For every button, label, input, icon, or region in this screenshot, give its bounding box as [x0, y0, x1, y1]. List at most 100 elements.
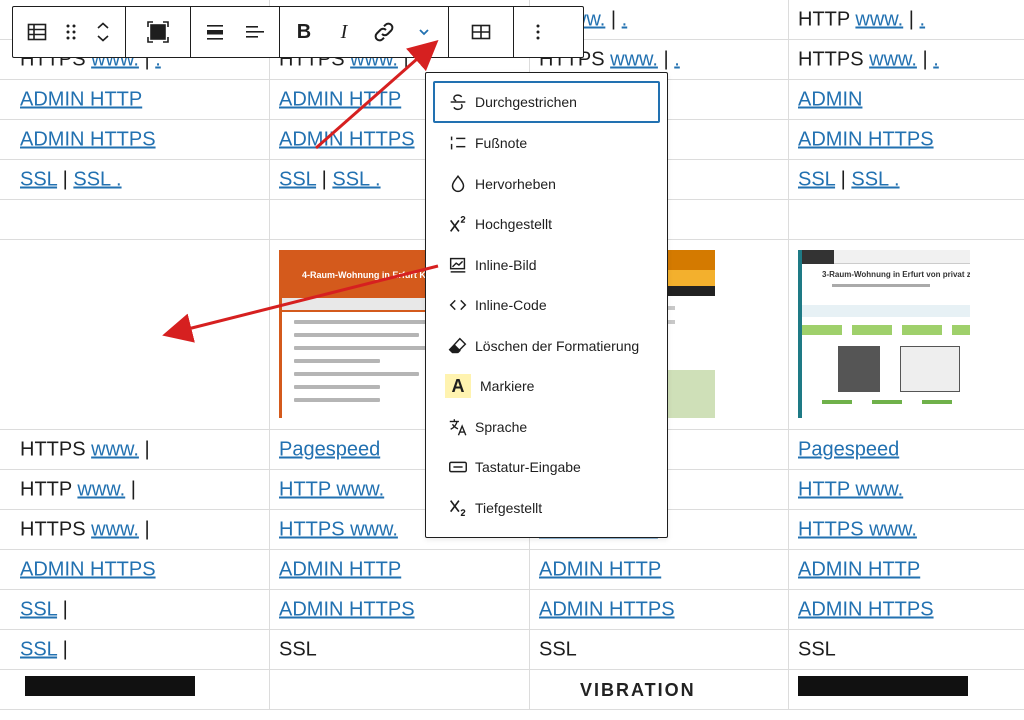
table-cell[interactable]: SSL	[530, 630, 789, 669]
table-cell[interactable]: ADMIN	[789, 80, 1024, 119]
table-link[interactable]: SSL	[279, 168, 316, 190]
text-align-button[interactable]	[235, 8, 275, 56]
table-cell[interactable]: ADMIN HTTP	[270, 550, 530, 589]
table-cell[interactable]: VIBRATION	[530, 670, 789, 709]
table-link[interactable]: HTTP www.	[279, 478, 384, 500]
table-link[interactable]: SSL	[20, 168, 57, 190]
table-cell[interactable]: ADMIN HTTPS	[270, 590, 530, 629]
table-cell[interactable]: ADMIN HTTPS	[530, 590, 789, 629]
table-cell[interactable]: ADMIN HTTPS	[789, 120, 1024, 159]
bold-button[interactable]: B	[284, 8, 324, 56]
table-link[interactable]: ADMIN HTTPS	[20, 128, 156, 150]
menu-item-strikethrough[interactable]: Durchgestrichen	[433, 81, 660, 123]
table-cell[interactable]: ADMIN HTTP	[789, 550, 1024, 589]
table-cell[interactable]: HTTP www. |	[0, 470, 270, 509]
menu-item-emphasize[interactable]: Hervorheben	[433, 164, 660, 205]
menu-item-highlight[interactable]: A Markiere	[433, 366, 660, 407]
table-cell[interactable]: SSL | SSL .	[789, 160, 1024, 199]
table-link[interactable]: ADMIN HTTPS	[539, 598, 675, 620]
table-block-button[interactable]	[17, 8, 57, 56]
menu-item-label: Tastatur-Eingabe	[475, 459, 581, 476]
table-link[interactable]: www.	[91, 438, 139, 460]
table-link[interactable]: SSL .	[73, 168, 121, 190]
table-cell[interactable]	[270, 670, 530, 709]
table-link[interactable]: .	[674, 48, 680, 70]
table-cell[interactable]: SSL |	[0, 630, 270, 669]
table-cell[interactable]: ADMIN HTTPS	[789, 590, 1024, 629]
table-link[interactable]: HTTPS www.	[798, 518, 917, 540]
move-up-down-button[interactable]	[85, 8, 121, 56]
table-link[interactable]: SSL	[20, 638, 57, 660]
menu-item-inline-image[interactable]: Inline-Bild	[433, 245, 660, 286]
table-link[interactable]: HTTP www.	[798, 478, 903, 500]
table-link[interactable]: .	[933, 48, 939, 70]
table-cell[interactable]	[789, 200, 1024, 239]
table-link[interactable]: ADMIN HTTP	[279, 558, 401, 580]
table-link[interactable]: ADMIN HTTP	[20, 88, 142, 110]
more-formats-button[interactable]	[404, 8, 444, 56]
table-cell[interactable]: Pagespeed	[789, 430, 1024, 469]
table-link[interactable]: ADMIN HTTPS	[798, 598, 934, 620]
menu-item-inline-code[interactable]: Inline-Code	[433, 285, 660, 326]
table-cell[interactable]: ADMIN HTTP	[0, 80, 270, 119]
italic-button[interactable]: I	[324, 8, 364, 56]
table-cell[interactable]	[0, 240, 270, 429]
drag-handle[interactable]	[57, 8, 85, 56]
table-link[interactable]: ADMIN HTTPS	[798, 128, 934, 150]
table-link[interactable]: .	[622, 8, 628, 30]
table-link[interactable]: www.	[869, 48, 917, 70]
table-cell[interactable]: ADMIN HTTPS	[0, 550, 270, 589]
table-link[interactable]: SSL .	[851, 168, 899, 190]
website-thumbnail[interactable]	[798, 676, 968, 696]
table-cell[interactable]: ADMIN HTTPS	[0, 120, 270, 159]
table-cell[interactable]: HTTP www. | .	[789, 0, 1024, 39]
table-cell[interactable]	[0, 200, 270, 239]
table-link[interactable]: www.	[855, 8, 903, 30]
highlight-a-icon: A	[445, 374, 471, 399]
table-link[interactable]: ADMIN HTTP	[539, 558, 661, 580]
table-link[interactable]: ADMIN	[798, 88, 862, 110]
select-block-button[interactable]	[138, 8, 178, 56]
table-cell[interactable]: ADMIN HTTP	[530, 550, 789, 589]
table-cell[interactable]: SSL	[789, 630, 1024, 669]
table-cell[interactable]: HTTPS www. |	[0, 510, 270, 549]
table-link[interactable]: HTTPS www.	[279, 518, 398, 540]
options-button[interactable]	[518, 8, 558, 56]
table-link[interactable]: Pagespeed	[279, 438, 380, 460]
table-link[interactable]: SSL	[20, 598, 57, 620]
table-link[interactable]: ADMIN HTTP	[798, 558, 920, 580]
table-link[interactable]: SSL .	[332, 168, 380, 190]
table-link[interactable]: ADMIN HTTPS	[279, 598, 415, 620]
table-cell[interactable]: SSL	[270, 630, 530, 669]
table-link[interactable]: .	[920, 8, 926, 30]
table-cell[interactable]: 3-Raum-Wohnung in Erfurt von privat z	[789, 240, 1024, 429]
table-cell[interactable]: HTTPS www. | .	[789, 40, 1024, 79]
table-link[interactable]: www.	[91, 518, 139, 540]
table-link[interactable]: www.	[610, 48, 658, 70]
table-cell[interactable]: HTTP www.	[789, 470, 1024, 509]
website-thumbnail[interactable]: 3-Raum-Wohnung in Erfurt von privat z	[798, 250, 970, 418]
table-edit-button[interactable]	[461, 8, 501, 56]
menu-item-footnote[interactable]: Fußnote	[433, 123, 660, 164]
table-link[interactable]: SSL	[798, 168, 835, 190]
table-cell[interactable]: SSL | SSL .	[0, 160, 270, 199]
menu-item-clear-formatting[interactable]: Löschen der Formatierung	[433, 326, 660, 367]
menu-item-keyboard-input[interactable]: Tastatur-Eingabe	[433, 447, 660, 488]
table-link[interactable]: www.	[77, 478, 125, 500]
table-cell[interactable]	[0, 670, 270, 709]
table-link[interactable]: ADMIN HTTPS	[20, 558, 156, 580]
menu-item-subscript[interactable]: Tiefgestellt	[433, 488, 660, 529]
menu-item-language[interactable]: Sprache	[433, 407, 660, 448]
table-cell[interactable]: HTTPS www.	[789, 510, 1024, 549]
menu-item-label: Inline-Bild	[475, 256, 537, 273]
table-link[interactable]: Pagespeed	[798, 438, 899, 460]
website-thumbnail[interactable]	[25, 676, 195, 696]
table-cell[interactable]	[789, 670, 1024, 709]
align-button[interactable]	[195, 8, 235, 56]
table-link[interactable]: ADMIN HTTP	[279, 88, 401, 110]
table-cell[interactable]: SSL |	[0, 590, 270, 629]
link-button[interactable]	[364, 8, 404, 56]
table-link[interactable]: ADMIN HTTPS	[279, 128, 415, 150]
menu-item-superscript[interactable]: Hochgestellt	[433, 204, 660, 245]
table-cell[interactable]: HTTPS www. |	[0, 430, 270, 469]
